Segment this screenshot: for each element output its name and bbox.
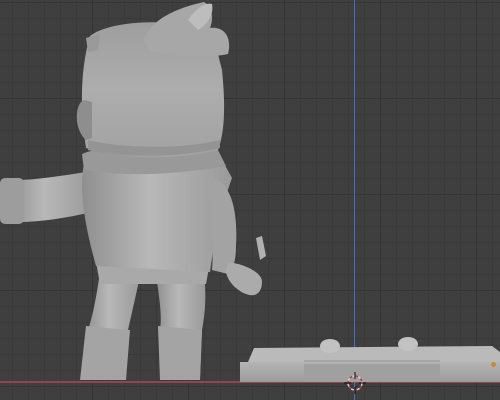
right-boot [158,326,202,380]
3d-viewport[interactable] [0,0,500,400]
origin-marker [491,362,496,367]
hand-stub [0,178,24,224]
hair-tuft [144,2,230,57]
left-boot [80,326,130,380]
base-inset [304,364,440,382]
thumb [256,236,266,260]
base-peg-left [320,339,340,353]
display-base[interactable] [240,337,500,382]
hand [226,262,262,296]
base-top [248,346,500,362]
torso [81,160,232,272]
scene-render [0,2,500,382]
character-figure[interactable] [0,2,266,380]
hair-front [86,34,100,52]
3d-cursor-icon[interactable] [343,371,367,395]
ear [76,100,92,140]
base-peg-right [398,337,418,351]
